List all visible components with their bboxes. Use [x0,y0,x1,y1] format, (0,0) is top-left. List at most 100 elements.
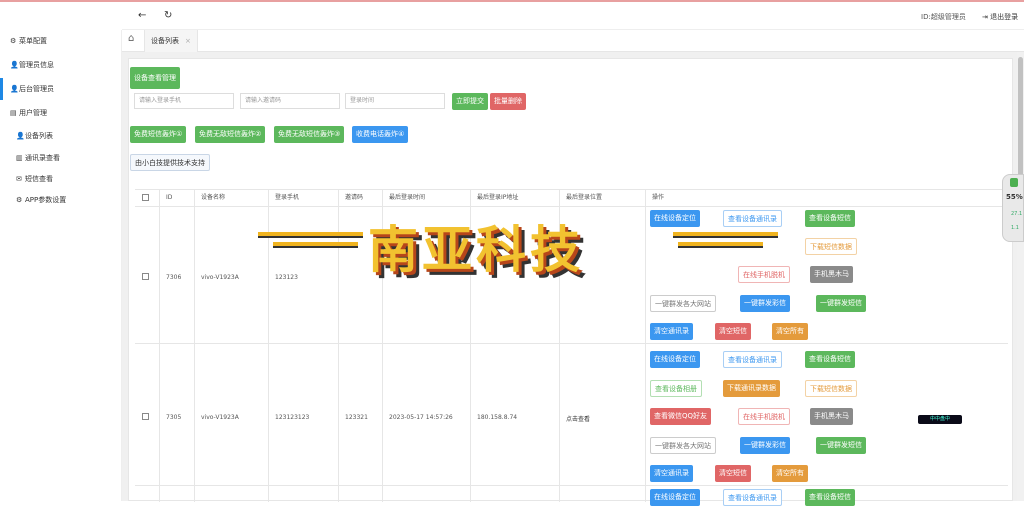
tech-support-button[interactable]: 由小白技提供技术支持 [130,154,210,171]
submit-button[interactable]: 立即提交 [452,93,488,110]
free-sms-bomb-1-button[interactable]: 免费短信轰炸① [130,126,187,143]
row-last-login-time: 2023-05-17 14:57:26 [389,414,453,421]
clear-contacts-button[interactable]: 清空通讯录 [650,323,693,340]
watermark-banner: 南亚科技 [258,210,778,290]
row-checkbox[interactable] [142,273,149,280]
row-last-login-ip: 180.158.8.74 [477,414,518,421]
trojan-button[interactable]: 手机黑木马 [810,408,853,425]
sidebar-item-sms[interactable]: ✉ 短信查看 [0,168,122,190]
right-wing-decoration [678,242,763,248]
view-sms-button[interactable]: 查看设备短信 [805,210,855,227]
sidebar-item-device-list[interactable]: 👤设备列表 [0,125,122,147]
header-invite-code: 邀请码 [345,194,364,201]
sidebar-item-contacts[interactable]: ▥ 通讯录查看 [0,147,122,169]
batch-delete-button[interactable]: 批量删除 [490,93,526,110]
sidebar-item-label: 菜单配置 [19,37,47,45]
tab-device-list[interactable]: 设备列表 × [144,30,198,52]
trojan-button[interactable]: 手机黑木马 [810,266,853,283]
left-wing-decoration [258,232,363,238]
view-contacts-button[interactable]: 查看设备通讯录 [723,351,782,368]
shield-icon [1010,178,1018,187]
user-icon: 👤 [10,61,19,69]
top-bar: ← ↻ ID:超级管理员 ⇥ 退出登录 [122,2,1024,30]
right-wing-decoration [673,232,778,238]
sidebar-item-backend-admin[interactable]: 👤后台管理员 [0,78,122,100]
header-actions: 操作 [652,194,665,201]
header-last-login-time: 最后登录时间 [389,194,426,201]
widget-percent: 55% [1006,193,1023,201]
header-last-login-ip: 最后登录IP地址 [477,194,519,201]
device-manage-button[interactable]: 设备查看管理 [130,67,180,89]
row-id: 7306 [166,274,182,281]
invite-code-input[interactable]: 请输入邀请码 [240,93,340,109]
sidebar-item-label: 短信查看 [25,175,53,183]
view-album-button[interactable]: 查看设备相册 [650,380,702,397]
locate-device-button[interactable]: 在线设备定位 [650,489,700,506]
mass-sms-button[interactable]: 一键群发短信 [816,295,866,312]
refresh-icon[interactable]: ↻ [164,10,172,21]
view-contacts-button[interactable]: 查看设备通讯录 [723,489,782,506]
clear-all-button[interactable]: 清空所有 [772,465,808,482]
back-icon[interactable]: ← [138,10,146,21]
sidebar: ⚙ 菜单配置 👤管理员信息 👤后台管理员 ▤ 用户管理 👤设备列表 ▥ 通讯录查看 ✉… [0,30,122,501]
paid-call-bomb-4-button[interactable]: 收费电话轰炸④ [352,126,409,143]
widget-line-1: 27.1 [1011,211,1023,217]
gear-icon: ⚙ [16,196,23,204]
book-icon: ▥ [16,154,23,162]
vertical-scrollbar[interactable] [1017,52,1024,501]
sidebar-item-app-settings[interactable]: ⚙ APP参数设置 [0,189,122,211]
row-invite-code: 123321 [345,414,368,421]
header-last-login-location: 最后登录位置 [566,194,603,201]
widget-line-2: 1.1 [1011,225,1019,231]
view-qq-friends-button[interactable]: 查看微信QQ好友 [650,408,712,425]
mass-mms-button[interactable]: 一键群发彩信 [740,437,790,454]
header-id: ID [166,194,173,201]
clear-sms-button[interactable]: 清空短信 [715,465,751,482]
logout-button[interactable]: ⇥ 退出登录 [982,12,1018,22]
close-icon[interactable]: × [185,37,191,45]
login-time-input[interactable]: 登录时间 [345,93,445,109]
home-icon[interactable]: ⌂ [128,33,134,44]
watermark-text: 南亚科技 [368,220,584,279]
system-monitor-widget[interactable]: 55% 27.1 1.1 [1002,174,1024,242]
view-sms-button[interactable]: 查看设备短信 [805,351,855,368]
clear-contacts-button[interactable]: 清空通讯录 [650,465,693,482]
row-checkbox[interactable] [142,413,149,420]
clear-sms-button[interactable]: 清空短信 [715,323,751,340]
mass-sms-button[interactable]: 一键群发短信 [816,437,866,454]
view-sms-button[interactable]: 查看设备短信 [805,489,855,506]
clear-all-button[interactable]: 清空所有 [772,323,808,340]
download-contacts-button[interactable]: 下载通讯录数据 [723,380,780,397]
sidebar-item-label: 用户管理 [19,109,47,117]
download-sms-button[interactable]: 下载短信数据 [805,238,857,255]
row-location-link[interactable]: 点击查看 [566,414,590,423]
logout-label: 退出登录 [990,13,1019,21]
select-all-checkbox[interactable] [142,194,149,201]
row-device-name: vivo-V1923A [201,274,239,281]
download-sms-button[interactable]: 下载短信数据 [805,380,857,397]
sidebar-item-user-management[interactable]: ▤ 用户管理 [0,102,122,124]
scrollbar-thumb[interactable] [1018,57,1023,177]
admin-label: ID:超级管理员 [921,13,966,21]
free-sms-bomb-2-button[interactable]: 免费无敌短信轰炸② [195,126,266,143]
mass-mms-button[interactable]: 一键群发彩信 [740,295,790,312]
online-shutdown-button[interactable]: 在线手机脱机 [738,408,790,425]
user-icon: 👤 [10,85,19,93]
mass-website-button[interactable]: 一键群发各大网站 [650,295,716,312]
floating-badge: 中中盘中 [918,415,962,424]
gear-icon: ⚙ [10,37,17,45]
phone-search-input[interactable]: 请输入登录手机 [134,93,234,109]
sidebar-item-menu-config[interactable]: ⚙ 菜单配置 [0,30,122,52]
mass-website-button[interactable]: 一键群发各大网站 [650,437,716,454]
row-device-name: vivo-V1923A [201,414,239,421]
id-card-icon: ▤ [10,109,17,117]
sidebar-item-label: 设备列表 [25,132,53,140]
tab-label: 设备列表 [151,37,179,45]
envelope-icon: ✉ [16,175,22,183]
sidebar-item-admin-info[interactable]: 👤管理员信息 [0,54,122,76]
row-id: 7305 [166,414,182,421]
logout-icon: ⇥ [982,13,988,21]
tabs-bar: ⌂ 设备列表 × [122,30,1024,52]
locate-device-button[interactable]: 在线设备定位 [650,351,700,368]
free-sms-bomb-3-button[interactable]: 免费无敌短信轰炸③ [274,126,345,143]
